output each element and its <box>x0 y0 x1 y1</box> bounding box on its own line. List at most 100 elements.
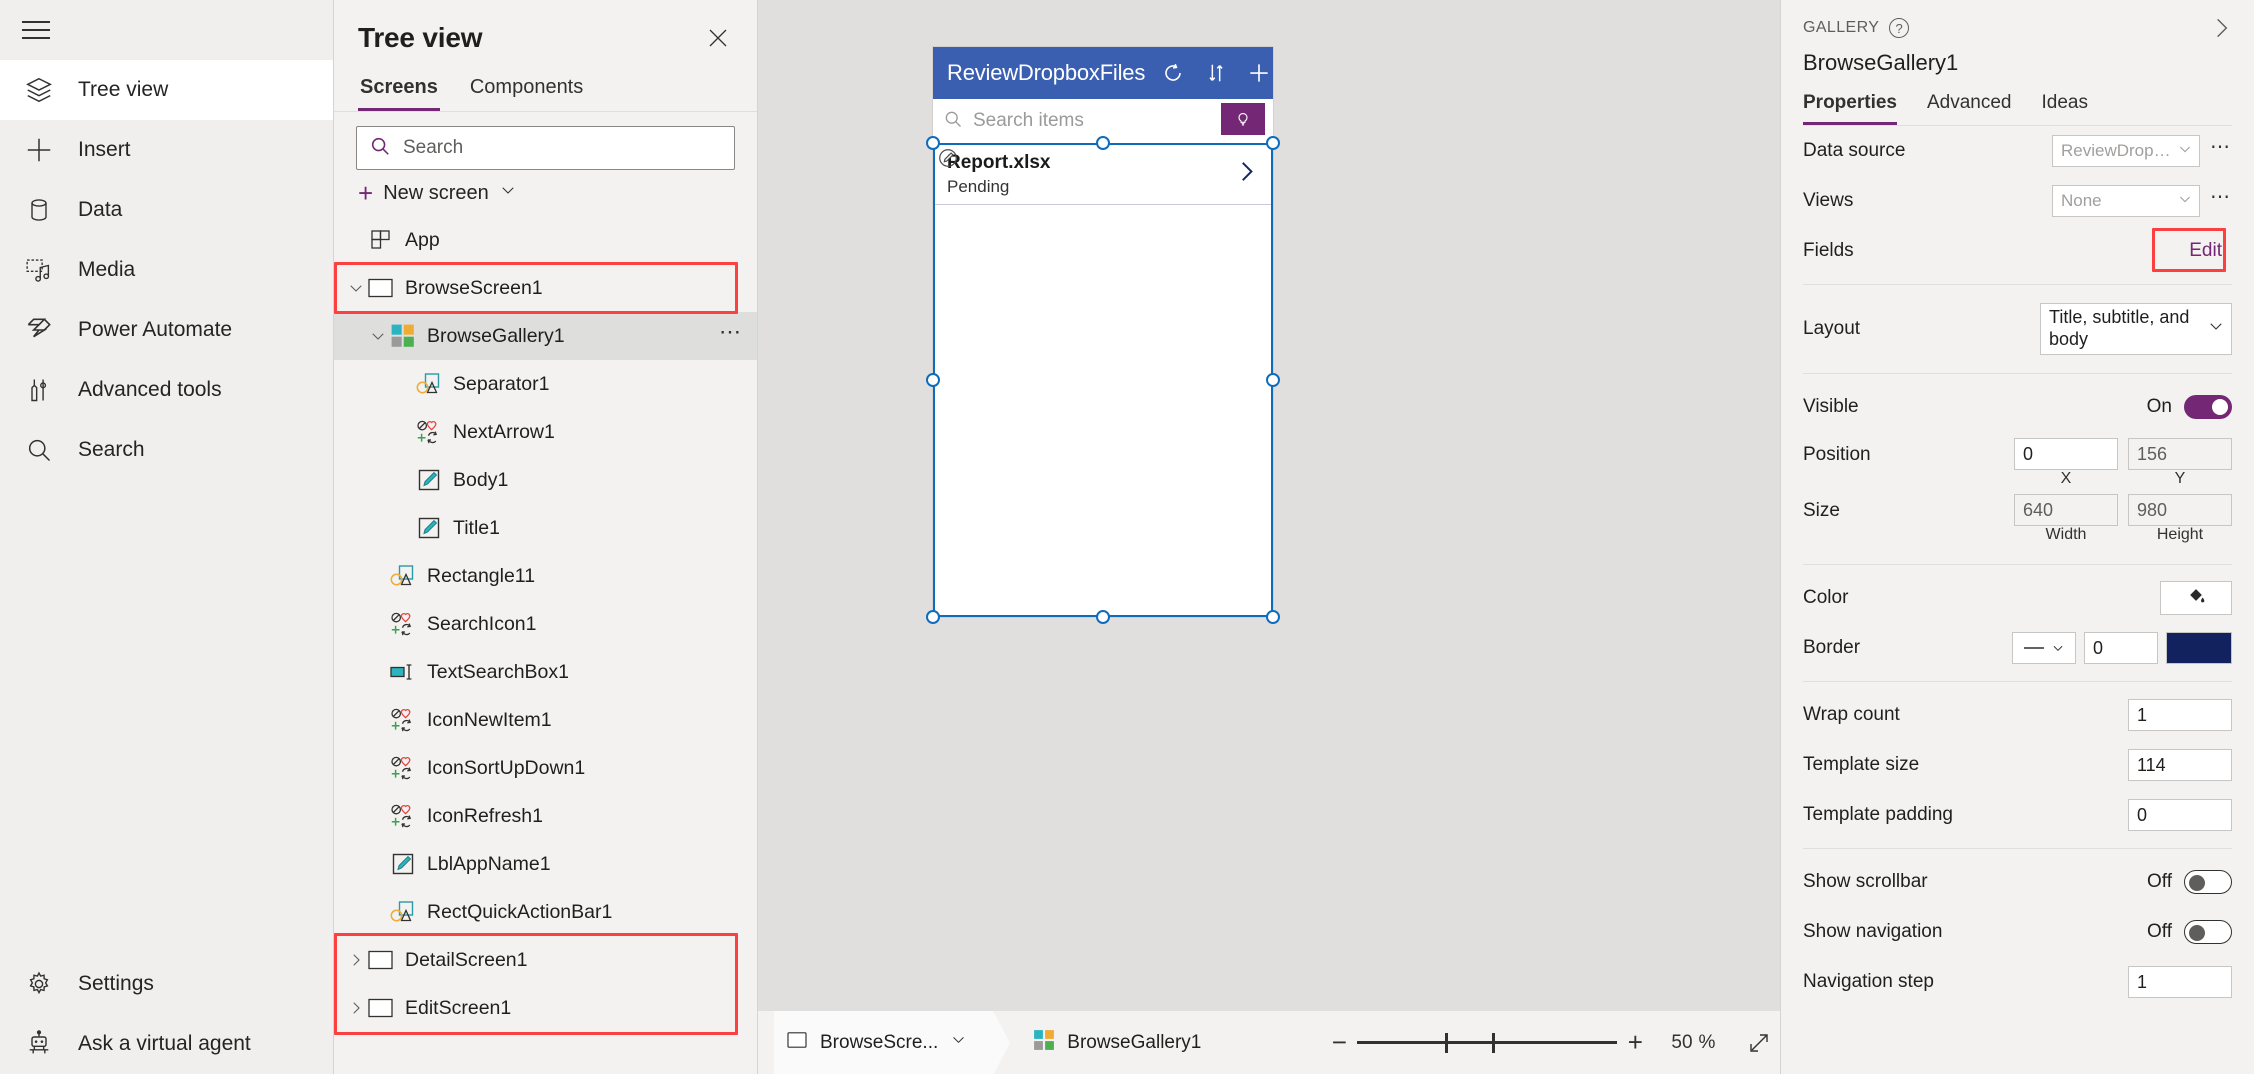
data-source-value: ReviewDropbox... <box>2061 141 2177 161</box>
layout-dropdown[interactable]: Title, subtitle, and body <box>2040 303 2232 355</box>
resize-handle-s[interactable] <box>1096 610 1110 624</box>
fields-edit-button[interactable]: Edit <box>2179 234 2232 268</box>
lightbulb-icon[interactable] <box>1221 103 1265 135</box>
resize-handle-ne[interactable] <box>1266 136 1280 150</box>
wrap-count-input[interactable]: 1 <box>2128 699 2232 731</box>
tree-item-editscreen1[interactable]: EditScreen1 <box>334 984 757 1032</box>
rail-item-search[interactable]: Search <box>0 420 333 480</box>
tree-item-lblappname1[interactable]: LblAppName1 <box>334 840 757 888</box>
zoom-out-button[interactable]: − <box>1321 1025 1357 1061</box>
breadcrumb-screen-chip[interactable]: BrowseScre... <box>774 1011 993 1074</box>
border-style-dropdown[interactable] <box>2012 632 2076 664</box>
visible-toggle[interactable] <box>2184 395 2232 419</box>
tab-ideas[interactable]: Ideas <box>2042 92 2088 125</box>
position-y-input[interactable]: 156 <box>2128 438 2232 470</box>
show-navigation-toggle[interactable] <box>2184 920 2232 944</box>
tree-item-label: Rectangle11 <box>427 565 535 588</box>
database-icon <box>22 193 56 227</box>
tree-item-iconnewitem1[interactable]: IconNewItem1 <box>334 696 757 744</box>
tree-item-iconsortupdown1[interactable]: IconSortUpDown1 <box>334 744 757 792</box>
border-thickness-input[interactable]: 0 <box>2084 632 2158 664</box>
property-label: Border <box>1803 637 2012 659</box>
sort-icon[interactable] <box>1202 58 1231 88</box>
fit-screen-icon[interactable] <box>1741 1025 1777 1061</box>
tab-components[interactable]: Components <box>468 70 585 111</box>
zoom-slider[interactable] <box>1357 1025 1617 1061</box>
resize-handle-e[interactable] <box>1266 373 1280 387</box>
views-dropdown[interactable]: None <box>2052 185 2200 217</box>
tree-item-app[interactable]: App <box>334 216 757 264</box>
color-picker-button[interactable] <box>2160 581 2232 615</box>
resize-handle-se[interactable] <box>1266 610 1280 624</box>
rail-item-settings[interactable]: Settings <box>0 954 333 1014</box>
template-padding-input[interactable]: 0 <box>2128 799 2232 831</box>
views-more-icon[interactable]: ⋯ <box>2210 195 2232 207</box>
chevron-right-icon[interactable] <box>1233 158 1259 189</box>
chevron-down-icon[interactable] <box>950 1031 967 1054</box>
search-input[interactable] <box>403 137 722 159</box>
chevron-right-icon[interactable] <box>344 999 368 1017</box>
tree-item-rectquickactionbar1[interactable]: RectQuickActionBar1 <box>334 888 757 936</box>
browse-gallery[interactable]: Report.xlsx Pending <box>933 143 1273 617</box>
canvas-stage[interactable]: ReviewDropboxFiles <box>758 0 1780 1010</box>
data-source-more-icon[interactable]: ⋯ <box>2210 145 2232 157</box>
tree-item-browsegallery1[interactable]: BrowseGallery1 ⋯ <box>334 312 757 360</box>
rail-item-tree-view[interactable]: Tree view <box>0 60 333 120</box>
size-width-input[interactable]: 640 <box>2014 494 2118 526</box>
zoom-slider-thumb[interactable] <box>1445 1033 1448 1053</box>
tree-item-rectangle11[interactable]: Rectangle11 <box>334 552 757 600</box>
tree-item-separator1[interactable]: Separator1 <box>334 360 757 408</box>
rail-item-media[interactable]: Media <box>0 240 333 300</box>
rail-item-insert[interactable]: Insert <box>0 120 333 180</box>
resize-handle-n[interactable] <box>1096 136 1110 150</box>
panel-collapse-icon[interactable] <box>2206 12 2238 44</box>
tree-item-textsearchbox1[interactable]: TextSearchBox1 <box>334 648 757 696</box>
question-icon[interactable]: ? <box>1889 18 1909 38</box>
data-source-dropdown[interactable]: ReviewDropbox... <box>2052 135 2200 167</box>
close-icon[interactable] <box>703 23 733 53</box>
chevron-right-icon[interactable] <box>344 951 368 969</box>
property-template-size: Template size 114 <box>1803 740 2232 790</box>
tree-search-box[interactable] <box>356 126 735 170</box>
zoom-in-button[interactable]: + <box>1617 1025 1653 1061</box>
rail-item-data[interactable]: Data <box>0 180 333 240</box>
size-height-input[interactable]: 980 <box>2128 494 2232 526</box>
show-scrollbar-toggle[interactable] <box>2184 870 2232 894</box>
rail-item-ask-virtual-agent[interactable]: Ask a virtual agent <box>0 1014 333 1074</box>
tree-item-more-icon[interactable]: ⋯ <box>719 328 743 344</box>
search-icon <box>369 135 391 162</box>
tree-item-body1[interactable]: Body1 <box>334 456 757 504</box>
property-size: Size 640 Width 980 Height <box>1803 494 2232 556</box>
refresh-icon[interactable] <box>1159 58 1188 88</box>
hamburger-menu-icon[interactable] <box>22 17 56 43</box>
breadcrumb-control-chip[interactable]: BrowseGallery1 <box>993 1029 1201 1057</box>
tree-item-title1[interactable]: Title1 <box>334 504 757 552</box>
add-icon[interactable] <box>1244 58 1273 88</box>
plus-icon: + <box>358 180 373 206</box>
tab-screens[interactable]: Screens <box>358 70 440 111</box>
border-color-swatch[interactable] <box>2166 632 2232 664</box>
app-header-bar: ReviewDropboxFiles <box>933 47 1273 99</box>
tree-item-iconrefresh1[interactable]: IconRefresh1 <box>334 792 757 840</box>
tree-item-list[interactable]: App BrowseScreen1 BrowseGallery1 ⋯ Separ… <box>334 216 757 1074</box>
tree-item-detailscreen1[interactable]: DetailScreen1 <box>334 936 757 984</box>
rail-item-advanced-tools[interactable]: Advanced tools <box>0 360 333 420</box>
position-x-input[interactable]: 0 <box>2014 438 2118 470</box>
rail-item-label: Media <box>78 258 135 282</box>
resize-handle-sw[interactable] <box>926 610 940 624</box>
tab-properties[interactable]: Properties <box>1803 92 1897 125</box>
tree-item-nextarrow1[interactable]: NextArrow1 <box>334 408 757 456</box>
tree-item-browsescreen1[interactable]: BrowseScreen1 <box>334 264 757 312</box>
chevron-down-icon[interactable] <box>366 327 390 345</box>
new-screen-button[interactable]: + New screen <box>334 174 757 216</box>
template-size-input[interactable]: 114 <box>2128 749 2232 781</box>
rail-item-power-automate[interactable]: Power Automate <box>0 300 333 360</box>
resize-handle-w[interactable] <box>926 373 940 387</box>
tab-advanced[interactable]: Advanced <box>1927 92 2012 125</box>
navigation-step-input[interactable]: 1 <box>2128 966 2232 998</box>
chevron-down-icon[interactable] <box>344 279 368 297</box>
tree-item-searchicon1[interactable]: SearchIcon1 <box>334 600 757 648</box>
bottom-status-bar: BrowseScre... BrowseGallery1 − <box>758 1010 1780 1074</box>
gallery-item[interactable]: Report.xlsx Pending <box>933 143 1273 205</box>
resize-handle-nw[interactable] <box>926 136 940 150</box>
